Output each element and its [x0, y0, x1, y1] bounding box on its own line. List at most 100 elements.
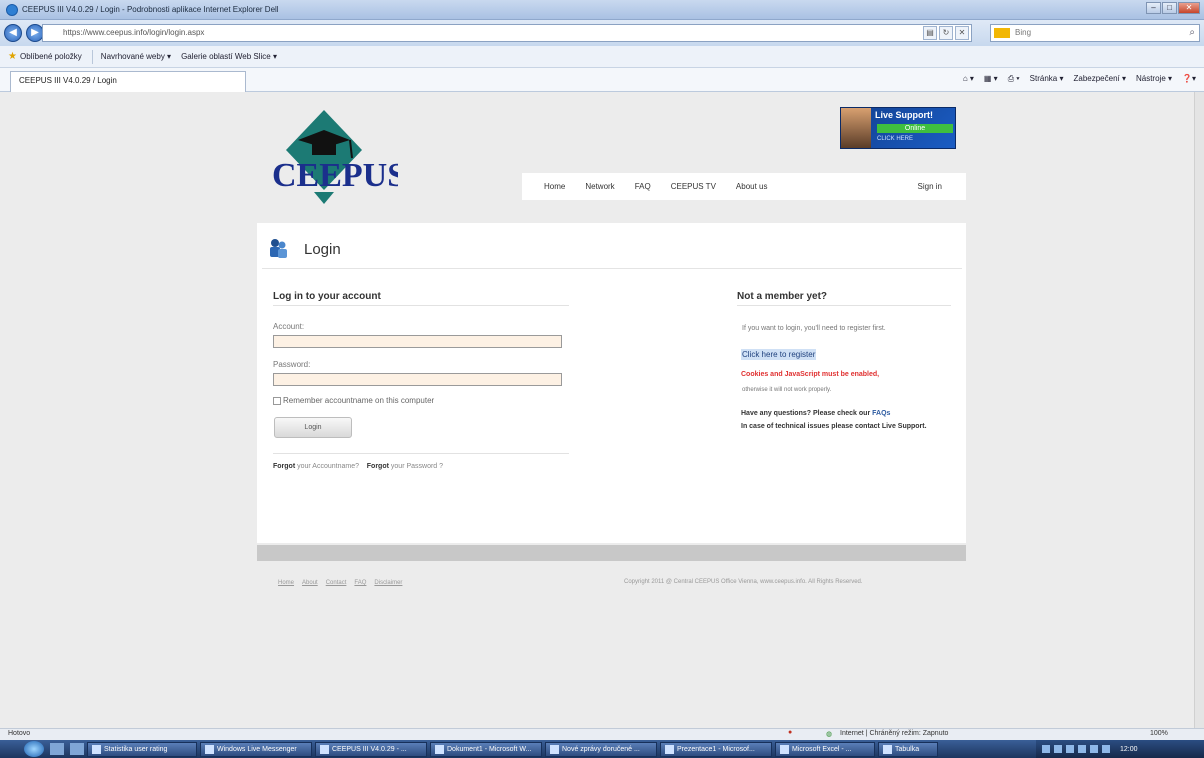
- faqs-link[interactable]: FAQs: [872, 410, 890, 417]
- home-icon[interactable]: ⌂ ▾: [963, 72, 974, 86]
- footer-about-link[interactable]: About: [302, 580, 318, 586]
- excel-app-icon: [780, 744, 789, 754]
- nav-faq[interactable]: FAQ: [635, 182, 651, 191]
- quicklaunch-icon[interactable]: [50, 743, 64, 755]
- url-field[interactable]: https://www.ceepus.info/login/login.aspx…: [42, 24, 972, 42]
- taskbar-item[interactable]: Prezentace1 - Microsof...: [660, 741, 772, 757]
- safety-menu[interactable]: Zabezpečení ▾: [1073, 72, 1126, 86]
- tools-menu[interactable]: Nástroje ▾: [1136, 72, 1172, 86]
- taskbar-item[interactable]: Statistika user rating: [87, 741, 197, 757]
- security-zone[interactable]: Internet | Chráněný režim: Zapnuto: [840, 730, 948, 737]
- login-section-divider: [273, 305, 569, 306]
- window-controls: – □ ✕: [1146, 2, 1200, 14]
- tray-icon[interactable]: [1066, 745, 1074, 753]
- live-support-banner[interactable]: Live Support! Online CLICK HERE: [840, 107, 956, 149]
- refresh-icon[interactable]: ↻: [939, 26, 953, 40]
- taskbar-item[interactable]: Microsoft Excel - ...: [775, 741, 875, 757]
- forgot-password-link[interactable]: Forgot: [367, 463, 389, 470]
- web-slice-gallery-link[interactable]: Galerie oblastí Web Slice ▾: [181, 52, 277, 61]
- forgot-account-text[interactable]: your Accountname?: [297, 463, 359, 470]
- start-button[interactable]: [24, 741, 44, 757]
- tray-icon[interactable]: [1078, 745, 1086, 753]
- footer-disclaimer-link[interactable]: Disclaimer: [374, 580, 402, 586]
- feeds-icon[interactable]: ▦ ▾: [984, 72, 998, 86]
- sign-in-link[interactable]: Sign in: [918, 182, 942, 191]
- vertical-scrollbar[interactable]: [1194, 92, 1204, 728]
- windows-taskbar: Statistika user rating Windows Live Mess…: [0, 740, 1204, 758]
- maximize-button[interactable]: □: [1162, 2, 1177, 14]
- taskbar-item[interactable]: Windows Live Messenger: [200, 741, 312, 757]
- cookie-note: otherwise it will not work properly.: [742, 387, 832, 393]
- forgot-divider: [273, 453, 569, 454]
- main-nav: Home Network FAQ CEEPUS TV About us Sign…: [522, 173, 966, 200]
- url-controls: ▤ ↻ ✕: [923, 26, 969, 40]
- internet-zone-icon: ◍: [826, 731, 833, 738]
- print-icon[interactable]: ⎙ ▾: [1008, 72, 1020, 86]
- app-icon: [92, 744, 101, 754]
- tray-icon[interactable]: [1090, 745, 1098, 753]
- graduation-cap-base: [312, 143, 336, 155]
- nav-home[interactable]: Home: [544, 182, 565, 191]
- account-input[interactable]: [273, 335, 562, 348]
- quicklaunch-icon[interactable]: [70, 743, 84, 755]
- outlook-app-icon: [550, 744, 559, 754]
- taskbar-item-label: CEEPUS III V4.0.29 - ...: [332, 745, 407, 753]
- app-icon: [205, 744, 214, 754]
- footer-contact-link[interactable]: Contact: [326, 580, 347, 586]
- back-button[interactable]: ◀: [4, 24, 22, 42]
- page-menu[interactable]: Stránka ▾: [1030, 72, 1064, 86]
- taskbar-item[interactable]: Tabulka: [878, 741, 938, 757]
- taskbar-item[interactable]: CEEPUS III V4.0.29 - ...: [315, 741, 427, 757]
- forgot-password-text[interactable]: your Password ?: [391, 463, 443, 470]
- stop-icon[interactable]: ✕: [955, 26, 969, 40]
- password-label: Password:: [273, 360, 311, 369]
- taskbar-item-label: Tabulka: [895, 745, 920, 753]
- command-bar: ⌂ ▾ ▦ ▾ ⎙ ▾ Stránka ▾ Zabezpečení ▾ Nást…: [963, 72, 1196, 86]
- tab-ceepus-login[interactable]: CEEPUS III V4.0.29 / Login: [10, 71, 246, 92]
- forgot-account-link[interactable]: Forgot: [273, 463, 295, 470]
- taskbar-item[interactable]: Nové zprávy doručené ...: [545, 741, 657, 757]
- cookie-warning: Cookies and JavaScript must be enabled,: [741, 371, 880, 378]
- footer-faq-link[interactable]: FAQ: [354, 580, 366, 586]
- volume-icon[interactable]: [1102, 745, 1110, 753]
- close-button[interactable]: ✕: [1178, 2, 1200, 14]
- favorites-button[interactable]: Oblíbené položky: [20, 52, 82, 61]
- word-app-icon: [435, 744, 444, 754]
- clock[interactable]: 12:00: [1120, 746, 1138, 753]
- favorites-star-icon[interactable]: ★: [8, 51, 17, 62]
- suggested-sites-link[interactable]: Navrhované weby ▾: [101, 52, 171, 61]
- password-input[interactable]: [273, 373, 562, 386]
- powerpoint-app-icon: [665, 744, 674, 754]
- register-link[interactable]: Click here to register: [741, 349, 817, 360]
- nav-ceepus-tv[interactable]: CEEPUS TV: [671, 182, 716, 191]
- zoom-level[interactable]: 100%: [1150, 730, 1168, 737]
- search-input[interactable]: Bing ⌕: [990, 24, 1200, 42]
- nav-about-us[interactable]: About us: [736, 182, 768, 191]
- ie-app-icon: [320, 744, 329, 754]
- login-header: Login: [268, 238, 341, 260]
- compatibility-icon[interactable]: ▤: [923, 26, 937, 40]
- remember-label[interactable]: Remember accountname on this computer: [283, 396, 434, 405]
- bing-icon: [994, 28, 1010, 38]
- login-button[interactable]: Login: [274, 417, 352, 438]
- help-icon[interactable]: ❓▾: [1182, 72, 1196, 86]
- taskbar-item-label: Dokument1 - Microsoft W...: [447, 745, 532, 753]
- ceepus-logo[interactable]: CEEPUS: [268, 110, 398, 205]
- page-title: Login: [304, 240, 341, 258]
- nav-network[interactable]: Network: [585, 182, 614, 191]
- tray-icon[interactable]: [1054, 745, 1062, 753]
- tray-icon[interactable]: [1042, 745, 1050, 753]
- forgot-links: Forgot your Accountname? Forgot your Pas…: [273, 463, 443, 470]
- card-footer-bar: [257, 545, 966, 561]
- taskbar-item[interactable]: Dokument1 - Microsoft W...: [430, 741, 542, 757]
- status-bar: Hotovo ● ◍ Internet | Chráněný režim: Za…: [0, 728, 1204, 740]
- popup-blocker-icon[interactable]: ●: [788, 729, 792, 736]
- search-icon[interactable]: ⌕: [1189, 25, 1195, 41]
- internet-explorer-icon: [6, 3, 18, 16]
- logo-diamond-tip: [314, 192, 334, 204]
- minimize-button[interactable]: –: [1146, 2, 1161, 14]
- footer-home-link[interactable]: Home: [278, 580, 294, 586]
- search-placeholder: Bing: [1015, 28, 1032, 37]
- taskbar-item-label: Windows Live Messenger: [217, 745, 297, 753]
- remember-checkbox[interactable]: [273, 396, 281, 405]
